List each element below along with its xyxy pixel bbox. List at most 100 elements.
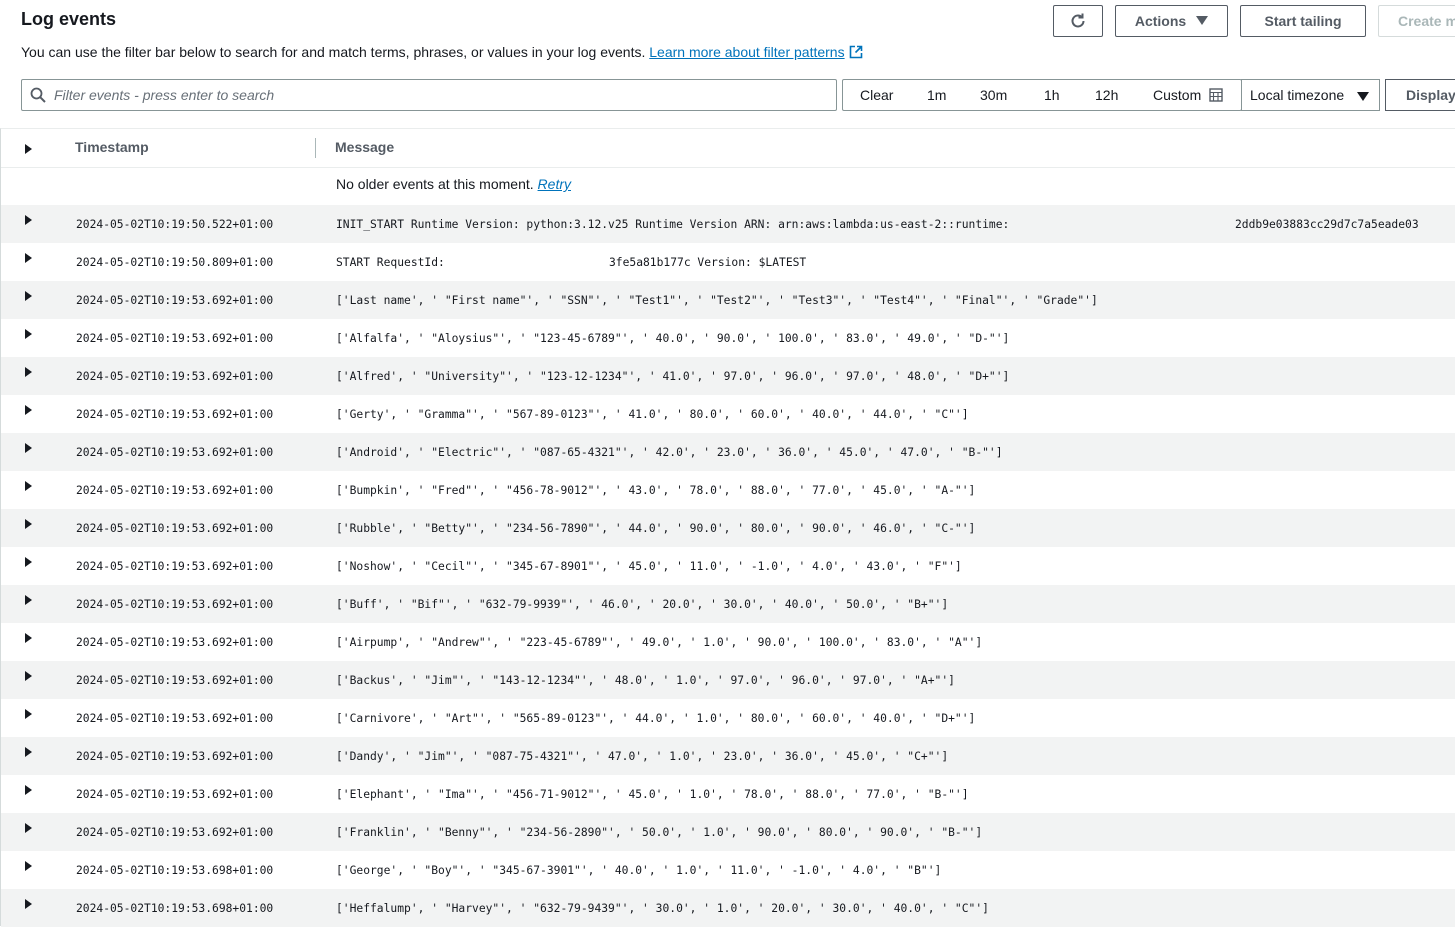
- row-message: ['Rubble', ' "Betty"', ' "234-56-7890"',…: [336, 522, 976, 535]
- row-timestamp: 2024-05-02T10:19:53.692+01:00: [76, 636, 274, 649]
- table-row[interactable]: 2024-05-02T10:19:53.692+01:00 ['Airpump',…: [1, 623, 1455, 661]
- row-message: ['Carnivore', ' "Art"', ' "565-89-0123"'…: [336, 712, 976, 725]
- table-row[interactable]: 2024-05-02T10:19:53.692+01:00 ['Alfalfa',…: [1, 319, 1455, 357]
- table-row[interactable]: 2024-05-02T10:19:53.698+01:00 ['Heffalump…: [1, 889, 1455, 927]
- log-events-header: Log events You can use the filter bar be…: [0, 0, 1455, 128]
- expand-row-icon[interactable]: [25, 557, 32, 567]
- row-message: ['Gerty', ' "Gramma"', ' "567-89-0123"',…: [336, 408, 969, 421]
- timezone-select[interactable]: Local timezone: [1241, 79, 1380, 111]
- page-description: You can use the filter bar below to sear…: [21, 44, 863, 60]
- table-row[interactable]: 2024-05-02T10:19:53.692+01:00 ['Last name…: [1, 281, 1455, 319]
- table-row[interactable]: 2024-05-02T10:19:53.692+01:00 ['Android',…: [1, 433, 1455, 471]
- row-message: ['Noshow', ' "Cecil"', ' "345-67-8901"',…: [336, 560, 962, 573]
- table-row[interactable]: 2024-05-02T10:19:53.692+01:00 ['Noshow', …: [1, 547, 1455, 585]
- row-message: ['George', ' "Boy"', ' "345-67-3901"', '…: [336, 864, 942, 877]
- filter-input[interactable]: [52, 86, 816, 104]
- expand-row-icon[interactable]: [25, 671, 32, 681]
- row-timestamp: 2024-05-02T10:19:53.692+01:00: [76, 370, 274, 383]
- row-timestamp: 2024-05-02T10:19:53.692+01:00: [76, 598, 274, 611]
- row-message: ['Backus', ' "Jim"', ' "143-12-1234"', '…: [336, 674, 955, 687]
- column-resizer[interactable]: [315, 138, 316, 158]
- expand-row-icon[interactable]: [25, 253, 32, 263]
- expand-row-icon[interactable]: [25, 519, 32, 529]
- create-metric-filter-button[interactable]: Create m: [1378, 5, 1455, 37]
- table-header: Timestamp Message: [1, 129, 1455, 168]
- row-timestamp: 2024-05-02T10:19:53.692+01:00: [76, 294, 274, 307]
- table-row[interactable]: 2024-05-02T10:19:53.692+01:00 ['Elephant'…: [1, 775, 1455, 813]
- start-tailing-button[interactable]: Start tailing: [1240, 5, 1366, 37]
- row-message: ['Elephant', ' "Ima"', ' "456-71-9012"',…: [336, 788, 969, 801]
- table-row[interactable]: 2024-05-02T10:19:53.692+01:00 ['Backus', …: [1, 661, 1455, 699]
- range-1m[interactable]: 1m: [927, 87, 946, 103]
- retry-link[interactable]: Retry: [538, 176, 571, 192]
- row-timestamp: 2024-05-02T10:19:53.698+01:00: [76, 864, 274, 877]
- range-30m[interactable]: 30m: [980, 87, 1007, 103]
- table-row[interactable]: 2024-05-02T10:19:53.698+01:00 ['George', …: [1, 851, 1455, 889]
- clear-button[interactable]: Clear: [860, 87, 893, 103]
- row-message: ['Last name', ' "First name"', ' "SSN"',…: [336, 294, 1098, 307]
- expand-row-icon[interactable]: [25, 329, 32, 339]
- expand-row-icon[interactable]: [25, 367, 32, 377]
- expand-row-icon[interactable]: [25, 481, 32, 491]
- display-button[interactable]: Display: [1385, 79, 1455, 111]
- actions-label: Actions: [1134, 13, 1187, 29]
- table-row[interactable]: 2024-05-02T10:19:53.692+01:00 ['Dandy', '…: [1, 737, 1455, 775]
- row-timestamp: 2024-05-02T10:19:53.692+01:00: [76, 332, 274, 345]
- row-timestamp: 2024-05-02T10:19:53.692+01:00: [76, 560, 274, 573]
- row-message: ['Alfalfa', ' "Aloysius"', ' "123-45-678…: [336, 332, 1010, 345]
- expand-row-icon[interactable]: [25, 633, 32, 643]
- range-custom[interactable]: Custom: [1153, 87, 1223, 103]
- table-row[interactable]: 2024-05-02T10:19:53.692+01:00 ['Bumpkin',…: [1, 471, 1455, 509]
- learn-more-link-label: Learn more about filter patterns: [649, 44, 845, 60]
- expand-all-icon[interactable]: [25, 144, 32, 154]
- expand-row-icon[interactable]: [25, 405, 32, 415]
- range-12h[interactable]: 12h: [1095, 87, 1118, 103]
- log-events-table: Timestamp Message No older events at thi…: [0, 128, 1455, 927]
- learn-more-link[interactable]: Learn more about filter patterns: [649, 44, 844, 60]
- range-custom-label: Custom: [1153, 87, 1202, 103]
- row-timestamp: 2024-05-02T10:19:53.692+01:00: [76, 788, 274, 801]
- row-message: ['Franklin', ' "Benny"', ' "234-56-2890"…: [336, 826, 983, 839]
- table-row[interactable]: 2024-05-02T10:19:53.692+01:00 ['Gerty', '…: [1, 395, 1455, 433]
- row-message: ['Alfred', ' "University"', ' "123-12-12…: [336, 370, 1010, 383]
- expand-row-icon[interactable]: [25, 595, 32, 605]
- table-row[interactable]: 2024-05-02T10:19:53.692+01:00 ['Rubble', …: [1, 509, 1455, 547]
- row-timestamp: 2024-05-02T10:19:50.522+01:00: [76, 218, 274, 231]
- row-timestamp: 2024-05-02T10:19:53.692+01:00: [76, 408, 274, 421]
- table-row[interactable]: 2024-05-02T10:19:50.809+01:00 START Reque…: [1, 243, 1455, 281]
- expand-row-icon[interactable]: [25, 823, 32, 833]
- expand-row-icon[interactable]: [25, 899, 32, 909]
- expand-row-icon[interactable]: [25, 747, 32, 757]
- row-timestamp: 2024-05-02T10:19:53.692+01:00: [76, 484, 274, 497]
- table-row[interactable]: 2024-05-02T10:19:53.692+01:00 ['Franklin'…: [1, 813, 1455, 851]
- expand-row-icon[interactable]: [25, 709, 32, 719]
- row-timestamp: 2024-05-02T10:19:53.698+01:00: [76, 902, 274, 915]
- range-1h[interactable]: 1h: [1044, 87, 1060, 103]
- refresh-icon: [1071, 13, 1085, 28]
- search-icon: [30, 87, 46, 103]
- page-title: Log events: [21, 9, 117, 29]
- table-row[interactable]: 2024-05-02T10:19:53.692+01:00 ['Buff', ' …: [1, 585, 1455, 623]
- expand-row-icon[interactable]: [25, 215, 32, 225]
- expand-row-icon[interactable]: [25, 861, 32, 871]
- caret-down-icon: [1357, 92, 1369, 101]
- actions-button[interactable]: Actions: [1115, 5, 1228, 37]
- table-row[interactable]: 2024-05-02T10:19:53.692+01:00 ['Carnivore…: [1, 699, 1455, 737]
- row-message: ['Heffalump', ' "Harvey"', ' "632-79-943…: [336, 902, 989, 915]
- expand-row-icon[interactable]: [25, 443, 32, 453]
- row-timestamp: 2024-05-02T10:19:53.692+01:00: [76, 674, 274, 687]
- table-row[interactable]: 2024-05-02T10:19:50.522+01:00 INIT_START …: [1, 205, 1455, 243]
- no-older-events: No older events at this moment. Retry: [336, 176, 571, 192]
- table-row[interactable]: 2024-05-02T10:19:53.692+01:00 ['Alfred', …: [1, 357, 1455, 395]
- column-timestamp[interactable]: Timestamp: [75, 139, 149, 155]
- no-older-text: No older events at this moment.: [336, 176, 534, 192]
- row-timestamp: 2024-05-02T10:19:53.692+01:00: [76, 826, 274, 839]
- row-message: ['Airpump', ' "Andrew"', ' "223-45-6789"…: [336, 636, 983, 649]
- refresh-button[interactable]: [1053, 5, 1103, 37]
- timezone-value: Local timezone: [1250, 87, 1345, 103]
- column-message[interactable]: Message: [335, 139, 394, 155]
- external-link-icon[interactable]: [849, 45, 863, 59]
- expand-row-icon[interactable]: [25, 785, 32, 795]
- filter-bar[interactable]: [21, 79, 837, 111]
- expand-row-icon[interactable]: [25, 291, 32, 301]
